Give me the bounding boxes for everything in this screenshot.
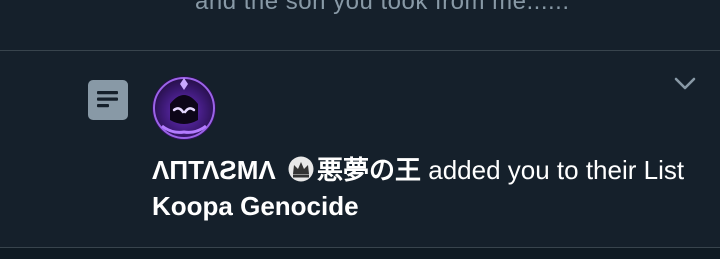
user-name[interactable]: ΛΠΤΛƧMΛ (152, 155, 276, 185)
action-text: added you to their List (421, 155, 685, 185)
list-added-notification[interactable]: ΛΠΤΛƧMΛ 悪夢の王 added you to their List Koo… (0, 51, 720, 247)
crown-icon (287, 155, 315, 182)
list-icon (88, 80, 128, 120)
previous-notification-text: and the son you took from me...... (195, 0, 570, 15)
list-name[interactable]: Koopa Genocide (152, 191, 359, 221)
user-name-kanji[interactable]: 悪夢の王 (317, 155, 421, 185)
avatar[interactable] (152, 76, 216, 140)
next-notification-edge (0, 248, 720, 259)
previous-notification[interactable]: and the son you took from me...... (0, 0, 720, 51)
chevron-down-icon[interactable] (672, 71, 698, 97)
notification-message: ΛΠΤΛƧMΛ 悪夢の王 added you to their List Koo… (152, 152, 692, 224)
